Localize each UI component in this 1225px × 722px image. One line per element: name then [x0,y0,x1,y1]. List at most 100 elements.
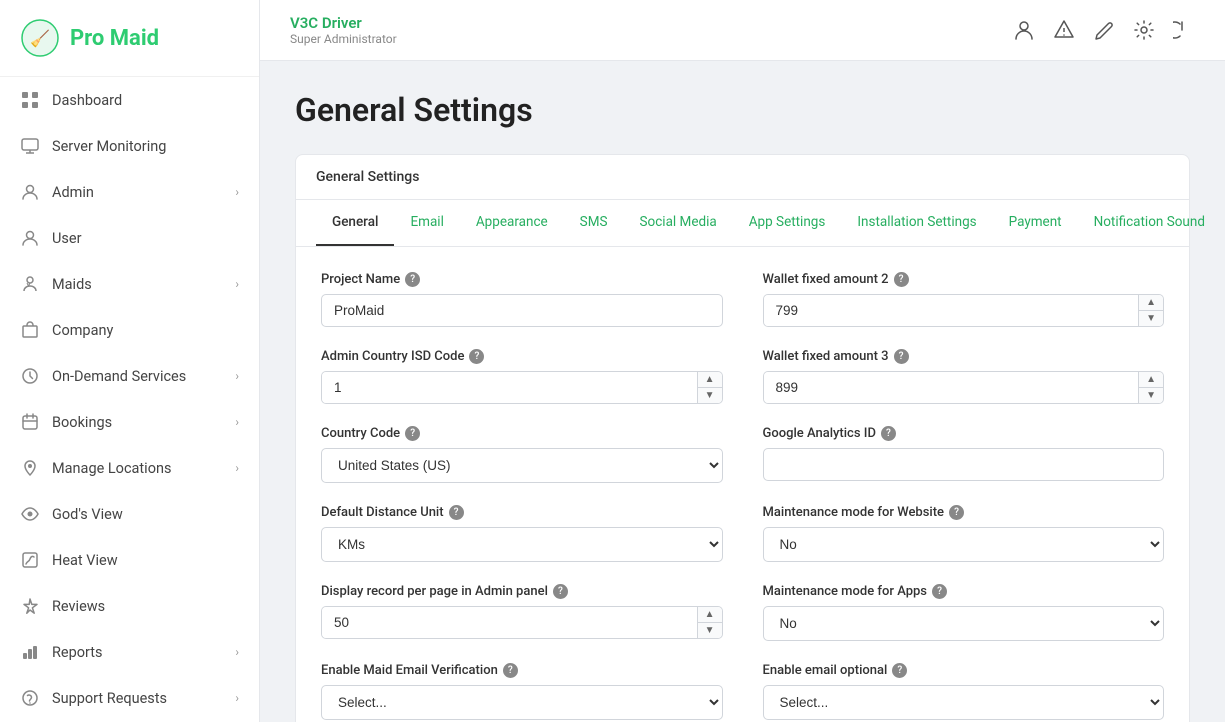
select-email-optional[interactable]: Select... Yes No [763,685,1165,720]
sidebar-item-on-demand-services[interactable]: On-Demand Services › [0,353,259,399]
spinner-wallet-3-up[interactable]: ▲ [1139,372,1163,388]
services-icon [20,366,40,386]
sidebar-item-gods-view[interactable]: God's View [0,491,259,537]
input-google-analytics[interactable] [763,448,1165,481]
sidebar: 🧹 Pro Maid Dashboard Server Monitoring A… [0,0,260,722]
sidebar-item-bookings[interactable]: Bookings › [0,399,259,445]
form-group-maid-email: Enable Maid Email Verification ? Select.… [321,663,723,720]
input-wallet-3[interactable] [764,372,1139,403]
tab-social-media[interactable]: Social Media [624,200,733,246]
form-group-project-name: Project Name ? [321,272,723,327]
spinner-wallet-3-down[interactable]: ▼ [1139,388,1163,403]
input-wallet-2[interactable] [764,295,1139,326]
sidebar-item-support-requests[interactable]: Support Requests › [0,675,259,721]
topbar-user-info: V3C Driver Super Administrator [290,14,397,46]
select-country-code[interactable]: United States (US) United Kingdom (UK) I… [321,448,723,483]
label-wallet-3: Wallet fixed amount 3 ? [763,349,1165,364]
sidebar-item-maids[interactable]: Maids › [0,261,259,307]
alert-icon[interactable] [1053,19,1075,41]
bar-chart-icon [20,642,40,662]
power-icon[interactable] [1173,19,1195,41]
sidebar-label-admin: Admin [52,184,94,201]
sidebar-label-maids: Maids [52,276,92,293]
input-project-name[interactable] [321,294,723,327]
sidebar-label-user: User [52,230,82,247]
sidebar-item-manage-locations[interactable]: Manage Locations › [0,445,259,491]
sidebar-label-bookings: Bookings [52,414,112,431]
tab-general[interactable]: General [316,200,394,246]
spinner-display-record-down[interactable]: ▼ [698,623,722,638]
select-maintenance-apps[interactable]: No Yes [763,606,1165,641]
label-google-analytics: Google Analytics ID ? [763,426,1165,441]
sidebar-item-server-monitoring[interactable]: Server Monitoring [0,123,259,169]
card-header: General Settings [296,155,1189,200]
profile-icon[interactable] [1013,19,1035,41]
sidebar-item-dashboard[interactable]: Dashboard [0,77,259,123]
tab-notification-sound[interactable]: Notification Sound [1078,200,1221,246]
spinner-admin-isd-up[interactable]: ▲ [698,372,722,388]
edit-icon[interactable] [1093,19,1115,41]
input-admin-isd[interactable] [322,372,697,403]
chevron-icon: › [235,277,239,291]
topbar-user-role: Super Administrator [290,32,397,46]
person-outline-icon [20,228,40,248]
help-email-optional-icon[interactable]: ? [892,663,907,678]
eye-icon [20,504,40,524]
help-maid-email-icon[interactable]: ? [503,663,518,678]
spinner-wallet-2-btns: ▲ ▼ [1138,295,1163,326]
help-wallet-3-icon[interactable]: ? [894,349,909,364]
spinner-wallet-2-down[interactable]: ▼ [1139,311,1163,326]
spinner-wallet-2-up[interactable]: ▲ [1139,295,1163,311]
tab-app-settings[interactable]: App Settings [733,200,842,246]
tab-sms[interactable]: SMS [564,200,624,246]
spinner-wallet-3: ▲ ▼ [763,371,1165,404]
label-country-code: Country Code ? [321,426,723,441]
sidebar-item-user[interactable]: User [0,215,259,261]
logo-icon: 🧹 [20,18,60,58]
topbar-actions [1013,19,1195,41]
settings-tabs: General Email Appearance SMS Social Medi… [296,200,1189,247]
help-google-analytics-icon[interactable]: ? [881,426,896,441]
tab-payment[interactable]: Payment [993,200,1078,246]
spinner-admin-isd-down[interactable]: ▼ [698,388,722,403]
help-wallet-2-icon[interactable]: ? [894,272,909,287]
tab-installation-settings[interactable]: Installation Settings [841,200,992,246]
sidebar-label-reviews: Reviews [52,598,105,615]
help-maintenance-website-icon[interactable]: ? [949,505,964,520]
sidebar-item-admin[interactable]: Admin › [0,169,259,215]
select-distance-unit[interactable]: KMs Miles [321,527,723,562]
label-project-name: Project Name ? [321,272,723,287]
logo: 🧹 Pro Maid [0,0,259,77]
chevron-icon: › [235,369,239,383]
label-wallet-2: Wallet fixed amount 2 ? [763,272,1165,287]
select-maintenance-website[interactable]: No Yes [763,527,1165,562]
help-distance-unit-icon[interactable]: ? [449,505,464,520]
spinner-wallet-3-btns: ▲ ▼ [1138,372,1163,403]
chevron-icon: › [235,461,239,475]
page-title: General Settings [295,91,1190,129]
form-group-wallet-2: Wallet fixed amount 2 ? ▲ ▼ [763,272,1165,327]
help-maintenance-apps-icon[interactable]: ? [932,584,947,599]
tab-appearance[interactable]: Appearance [460,200,564,246]
sidebar-label-company: Company [52,322,113,339]
sidebar-label-reports: Reports [52,644,103,661]
sidebar-item-reviews[interactable]: Reviews [0,583,259,629]
spinner-display-record-up[interactable]: ▲ [698,607,722,623]
help-display-record-icon[interactable]: ? [553,584,568,599]
sidebar-item-reports[interactable]: Reports › [0,629,259,675]
tab-email[interactable]: Email [394,200,459,246]
sidebar-item-company[interactable]: Company [0,307,259,353]
form-group-admin-isd: Admin Country ISD Code ? ▲ ▼ [321,349,723,404]
form-grid: Project Name ? Wallet fixed amount 2 ? ▲ [296,247,1189,722]
sidebar-item-heat-view[interactable]: Heat View [0,537,259,583]
spinner-admin-isd-btns: ▲ ▼ [697,372,722,403]
input-display-record[interactable] [322,607,697,638]
help-country-code-icon[interactable]: ? [405,426,420,441]
help-admin-isd-icon[interactable]: ? [469,349,484,364]
star-icon [20,596,40,616]
select-maid-email[interactable]: Select... Yes No [321,685,723,720]
help-project-name-icon[interactable]: ? [405,272,420,287]
person-icon [20,182,40,202]
settings-icon[interactable] [1133,19,1155,41]
form-group-maintenance-website: Maintenance mode for Website ? No Yes [763,505,1165,562]
